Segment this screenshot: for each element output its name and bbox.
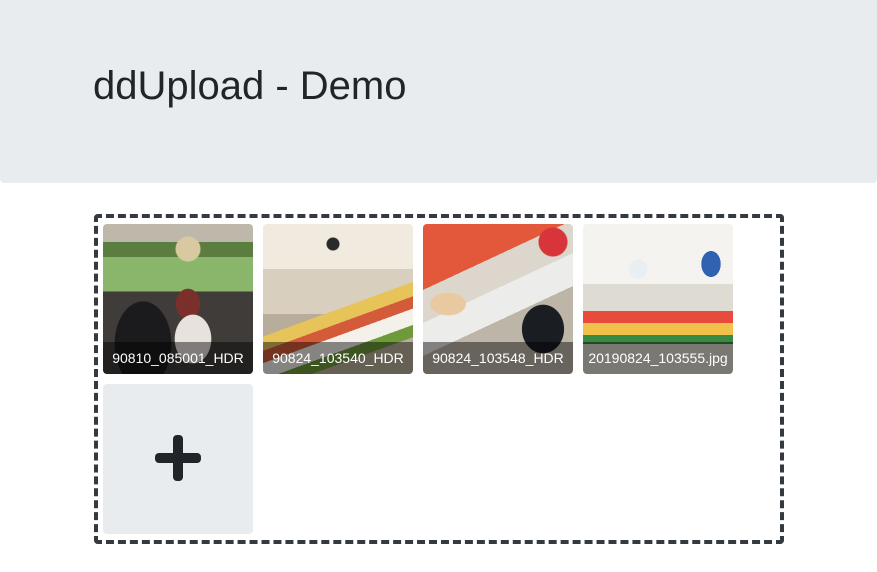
file-name-caption: 90824_103548_HDR [423,342,573,374]
page-title: ddUpload - Demo [93,64,407,108]
file-thumbnail[interactable]: 20190824_103555.jpg [583,224,733,374]
file-thumbnail[interactable]: 90810_085001_HDR [103,224,253,374]
file-thumbnail[interactable]: 90824_103540_HDR [263,224,413,374]
file-name-caption: 20190824_103555.jpg [583,342,733,374]
add-file-button[interactable] [103,384,253,534]
file-name-caption: 90824_103540_HDR [263,342,413,374]
file-name-caption: 90810_085001_HDR [103,342,253,374]
header-jumbotron: ddUpload - Demo [0,0,877,183]
plus-icon [155,435,201,481]
file-thumbnail[interactable]: 90824_103548_HDR [423,224,573,374]
